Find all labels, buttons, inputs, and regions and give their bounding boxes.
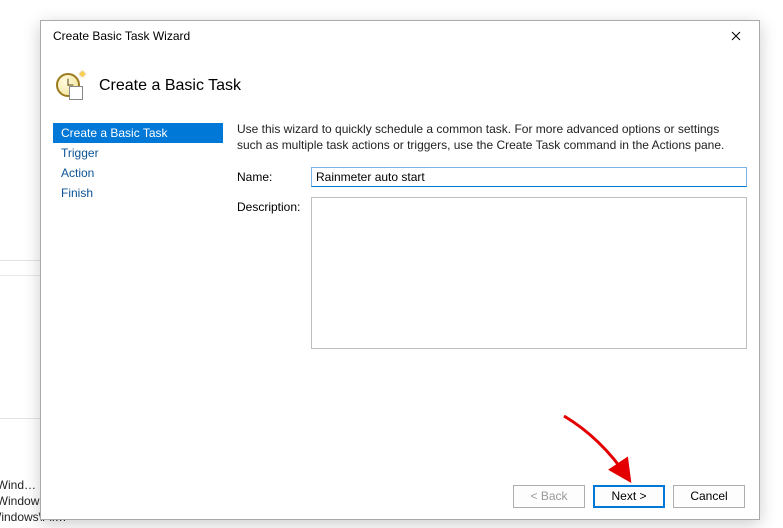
intro-text: Use this wizard to quickly schedule a co…: [237, 121, 747, 153]
wizard-steps: Create a Basic Task Trigger Action Finis…: [53, 121, 223, 473]
button-bar: < Back Next > Cancel: [41, 473, 759, 519]
description-input[interactable]: [311, 197, 747, 349]
window-title: Create Basic Task Wizard: [53, 29, 190, 43]
titlebar: Create Basic Task Wizard: [41, 21, 759, 51]
bg-path-text: oft\Wind…: [0, 478, 36, 492]
wizard-heading: Create a Basic Task: [99, 77, 241, 95]
close-button[interactable]: [721, 24, 751, 48]
step-create-basic-task[interactable]: Create a Basic Task: [53, 123, 223, 143]
task-clock-icon: ✦: [53, 70, 85, 102]
back-button: < Back: [513, 485, 585, 508]
step-action[interactable]: Action: [53, 163, 223, 183]
close-icon: [731, 31, 741, 41]
cancel-button[interactable]: Cancel: [673, 485, 745, 508]
description-label: Description:: [237, 197, 311, 214]
name-input[interactable]: [311, 167, 747, 187]
step-trigger[interactable]: Trigger: [53, 143, 223, 163]
bg-divider: [0, 418, 40, 419]
next-button[interactable]: Next >: [593, 485, 665, 508]
wizard-header: ✦ Create a Basic Task: [41, 51, 759, 121]
bg-divider: [0, 275, 40, 415]
wizard-dialog: Create Basic Task Wizard ✦ Create a Basi…: [40, 20, 760, 520]
name-label: Name:: [237, 167, 311, 184]
wizard-main: Use this wizard to quickly schedule a co…: [223, 121, 747, 473]
step-finish[interactable]: Finish: [53, 183, 223, 203]
